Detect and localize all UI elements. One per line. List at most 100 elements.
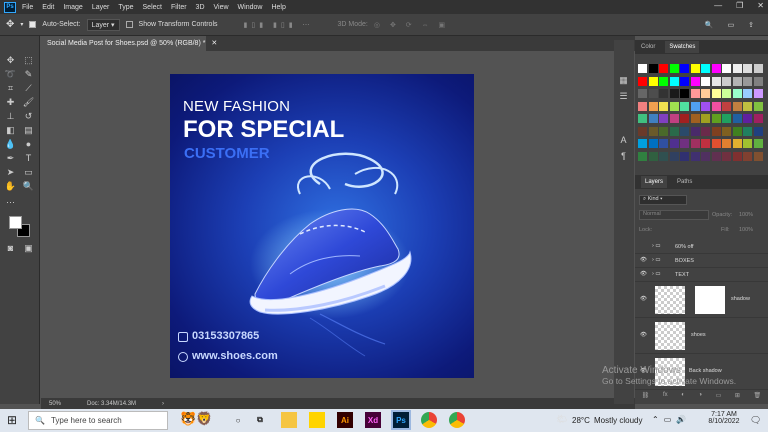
auto-select-checkbox[interactable]	[29, 21, 37, 28]
quick-select-icon[interactable]: ✎	[22, 68, 35, 80]
link-icon[interactable]: ⛓	[642, 392, 650, 404]
swatch[interactable]	[690, 114, 700, 123]
screen-mode-icon[interactable]: ▣	[22, 242, 35, 254]
swatch[interactable]	[648, 139, 658, 148]
canvas-artboard[interactable]: NEW FASHION FOR SPECIAL CUSTOMER 0315330…	[170, 74, 474, 378]
tab-layers[interactable]: Layers	[641, 176, 668, 188]
menu-view[interactable]: View	[214, 4, 229, 11]
pen-icon[interactable]: ✒	[4, 152, 17, 164]
swatch[interactable]	[680, 76, 689, 86]
dodge-icon[interactable]: ●	[22, 138, 35, 150]
hand-icon[interactable]: ✋	[4, 180, 17, 192]
swatch[interactable]	[638, 126, 647, 136]
swatch[interactable]	[690, 151, 700, 161]
photoshop-icon[interactable]: Ps	[391, 410, 411, 430]
layer-row[interactable]: 👁 shadow	[635, 282, 768, 318]
close-icon[interactable]: ✕	[757, 1, 764, 10]
swatch[interactable]	[638, 64, 647, 73]
gradient-icon[interactable]: ▤	[22, 124, 35, 136]
kind-filter[interactable]: ⌕ Kind ▾	[639, 195, 687, 205]
swatch[interactable]	[732, 139, 742, 148]
chrome-icon[interactable]	[421, 412, 437, 428]
swatch[interactable]	[753, 64, 763, 73]
history-icon[interactable]: ▦	[617, 74, 630, 86]
swatch[interactable]	[648, 76, 658, 86]
swatch[interactable]	[701, 101, 710, 111]
blur-icon[interactable]: 💧	[4, 138, 17, 150]
swatch[interactable]	[711, 151, 721, 161]
eraser-icon[interactable]: ◧	[4, 124, 17, 136]
weather-temp[interactable]: 28°C	[572, 416, 590, 425]
swatch[interactable]	[659, 139, 668, 148]
document-tab[interactable]: Social Media Post for Shoes.psd @ 50% (R…	[41, 36, 217, 51]
swatch[interactable]	[722, 139, 731, 148]
swatch[interactable]	[659, 126, 668, 136]
swatch[interactable]	[732, 89, 742, 98]
swatch[interactable]	[743, 151, 752, 161]
clone-stamp-icon[interactable]: ⊥	[4, 110, 17, 122]
swatch[interactable]	[659, 151, 668, 161]
swatch[interactable]	[743, 64, 752, 73]
swatch[interactable]	[701, 76, 710, 86]
swatch[interactable]	[690, 76, 700, 86]
swatch[interactable]	[648, 64, 658, 73]
swatch[interactable]	[753, 89, 763, 98]
swatch[interactable]	[669, 89, 679, 98]
marquee-icon[interactable]: ⬚	[22, 54, 35, 66]
character-icon[interactable]: A	[617, 134, 630, 146]
chevron-down-icon[interactable]: ▾	[20, 21, 23, 28]
swatch[interactable]	[669, 126, 679, 136]
trash-icon[interactable]: 🗑	[754, 392, 762, 404]
weather-desc[interactable]: Mostly cloudy	[594, 416, 642, 425]
swatch[interactable]	[701, 64, 710, 73]
swatch[interactable]	[732, 114, 742, 123]
swatch[interactable]	[732, 126, 742, 136]
options-right-icons[interactable]: 🔍 ▭ ⇪	[705, 21, 760, 29]
swatch[interactable]	[753, 151, 763, 161]
blend-mode-select[interactable]: Normal	[639, 210, 709, 220]
swatch[interactable]	[722, 114, 731, 123]
menu-filter[interactable]: Filter	[171, 4, 187, 11]
swatch[interactable]	[648, 101, 658, 111]
swatch[interactable]	[711, 126, 721, 136]
swatch[interactable]	[732, 64, 742, 73]
swatch[interactable]	[638, 101, 647, 111]
menu-select[interactable]: Select	[143, 4, 162, 11]
menu-layer[interactable]: Layer	[92, 4, 110, 11]
swatch[interactable]	[722, 89, 731, 98]
swatch[interactable]	[701, 89, 710, 98]
swatch[interactable]	[638, 114, 647, 123]
swatch[interactable]	[711, 76, 721, 86]
close-tab-icon[interactable]: ✕	[211, 40, 217, 47]
swatch[interactable]	[701, 151, 710, 161]
layer-row[interactable]: › ▭ 60% off	[635, 240, 768, 254]
swatch[interactable]	[638, 151, 647, 161]
swatch[interactable]	[648, 126, 658, 136]
swatch[interactable]	[711, 114, 721, 123]
swatch[interactable]	[711, 139, 721, 148]
history-brush-icon[interactable]: ↺	[22, 110, 35, 122]
swatch[interactable]	[743, 76, 752, 86]
swatch[interactable]	[743, 114, 752, 123]
swatch[interactable]	[648, 114, 658, 123]
swatch[interactable]	[722, 76, 731, 86]
taskbar-search-input[interactable]: 🔍 Type here to search	[28, 411, 168, 430]
swatch[interactable]	[701, 114, 710, 123]
tab-swatches[interactable]: Swatches	[665, 41, 700, 53]
swatch[interactable]	[669, 101, 679, 111]
swatch[interactable]	[669, 114, 679, 123]
swatch[interactable]	[732, 101, 742, 111]
swatch[interactable]	[722, 151, 731, 161]
swatch[interactable]	[690, 126, 700, 136]
layer-row[interactable]: 👁 shoes	[635, 318, 768, 354]
swatch[interactable]	[701, 139, 710, 148]
swatch[interactable]	[753, 76, 763, 86]
swatch[interactable]	[669, 139, 679, 148]
foreground-color[interactable]	[9, 216, 22, 229]
mode-3d-icons[interactable]: ◎ ✥ ⟳ ⇔ ▣	[374, 21, 449, 29]
swatch[interactable]	[680, 89, 689, 98]
chrome-alt-icon[interactable]	[449, 412, 465, 428]
swatch[interactable]	[743, 126, 752, 136]
swatch[interactable]	[659, 76, 668, 86]
adjust-icon[interactable]: ◑	[698, 392, 702, 404]
